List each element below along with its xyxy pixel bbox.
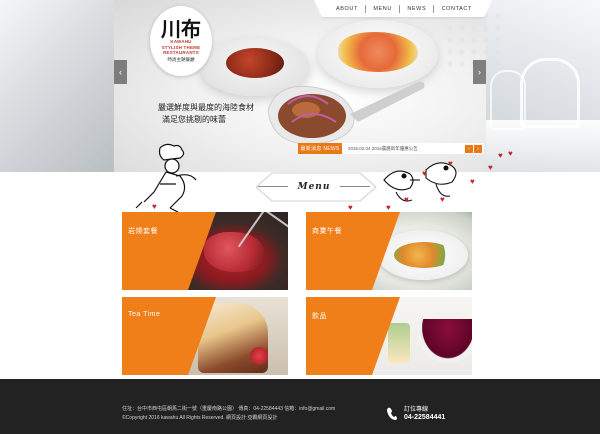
nav-news[interactable]: NEWS [407,6,426,12]
hero-left-backdrop [0,0,114,172]
news-tag: 最新消息 NEWS [298,143,342,154]
tile-accent [306,297,400,375]
chef-illustration [135,143,197,212]
phone-icon [387,407,397,420]
heart-icon: ♥ [422,169,427,178]
heart-icon: ♥ [448,159,453,168]
hero-banner: 川布 KAWAHU STYLISH THEME RESTAURANTS 時尚主題… [0,0,600,172]
footer-address: 住址：台中市西屯區朝馬二街一號（重慶南路公園） 傳真：04-22584443 信… [122,406,336,412]
top-nav: ABOUT MENU NEWS CONTACT [314,0,492,17]
menu-tile-label: 飲品 [312,313,327,320]
menu-tile-business-lunch[interactable]: 商業午餐 [306,212,472,290]
nav-menu[interactable]: MENU [373,6,392,12]
spoon-dish-image [267,81,425,145]
slide-next-button[interactable]: › [473,60,486,84]
nav-contact[interactable]: CONTACT [442,6,472,12]
heart-icon: ♥ [404,195,409,204]
nav-divider [399,4,401,13]
site-footer: 住址：台中市西屯區朝馬二街一號（重慶南路公園） 傳真：04-22584443 信… [0,379,600,434]
title-rule [258,186,288,187]
nav-about[interactable]: ABOUT [336,6,358,12]
nav-divider [433,4,435,13]
menu-tile-drinks[interactable]: 飲品 [306,297,472,375]
slide-prev-button[interactable]: ‹ [114,60,127,84]
heart-icon: ♥ [508,149,513,158]
page: 川布 KAWAHU STYLISH THEME RESTAURANTS 時尚主題… [0,0,600,434]
heart-icon: ♥ [440,195,445,204]
menu-section-title: Menu [250,177,378,197]
heart-icon: ♥ [488,163,493,172]
heart-icon: ♥ [348,203,353,212]
title-rule [340,186,370,187]
tile-accent [306,212,400,290]
logo-text: 時尚主題餐廳 [167,56,195,62]
slogan-line: 嚴選鮮度與最度的海陸食材 [158,103,254,112]
logo-mark: 川布 [161,17,201,42]
chair-image [520,58,580,128]
restaurant-logo[interactable]: 川布 KAWAHU STYLISH THEME RESTAURANTS 時尚主題… [150,6,212,76]
heart-icon: ♥ [498,151,503,160]
slogan-line: 滿足您挑剔的味蕾 [162,115,226,124]
heart-icon: ♥ [152,202,157,211]
footer-copyright: ©Copyright 2016 kawahu All Rights Reserv… [122,415,278,421]
footer-info: 住址：台中市西屯區朝馬二街一號（重慶南路公園） 傳真：04-22584443 信… [122,405,335,423]
tile-accent [122,212,216,290]
logo-text: RESTAURANTS [163,50,199,56]
reservation-label: 訂位專線 [404,407,429,413]
menu-tile-label: 岩燒套餐 [128,228,158,235]
nav-divider [365,4,367,13]
hero-slogan: 嚴選鮮度與最度的海陸食材 滿足您挑剔的味蕾 [158,102,254,126]
menu-title-text: Menu [297,182,331,192]
menu-tile-label: 商業午餐 [312,228,342,235]
menu-tile-tea-time[interactable]: Tea Time [122,297,288,375]
chevron-right-icon: › [478,67,481,77]
menu-tile-teppanyaki[interactable]: 岩燒套餐 [122,212,288,290]
reservation-contact: 訂位專線 04-22584441 [404,406,445,422]
heart-icon: ♥ [386,203,391,212]
menu-tile-label: Tea Time [128,311,161,318]
chair-image [490,70,526,130]
reservation-phone[interactable]: 04-22584441 [404,414,445,422]
tile-accent [122,297,216,375]
chevron-left-icon: ‹ [119,67,122,77]
heart-icon: ♥ [470,177,475,186]
